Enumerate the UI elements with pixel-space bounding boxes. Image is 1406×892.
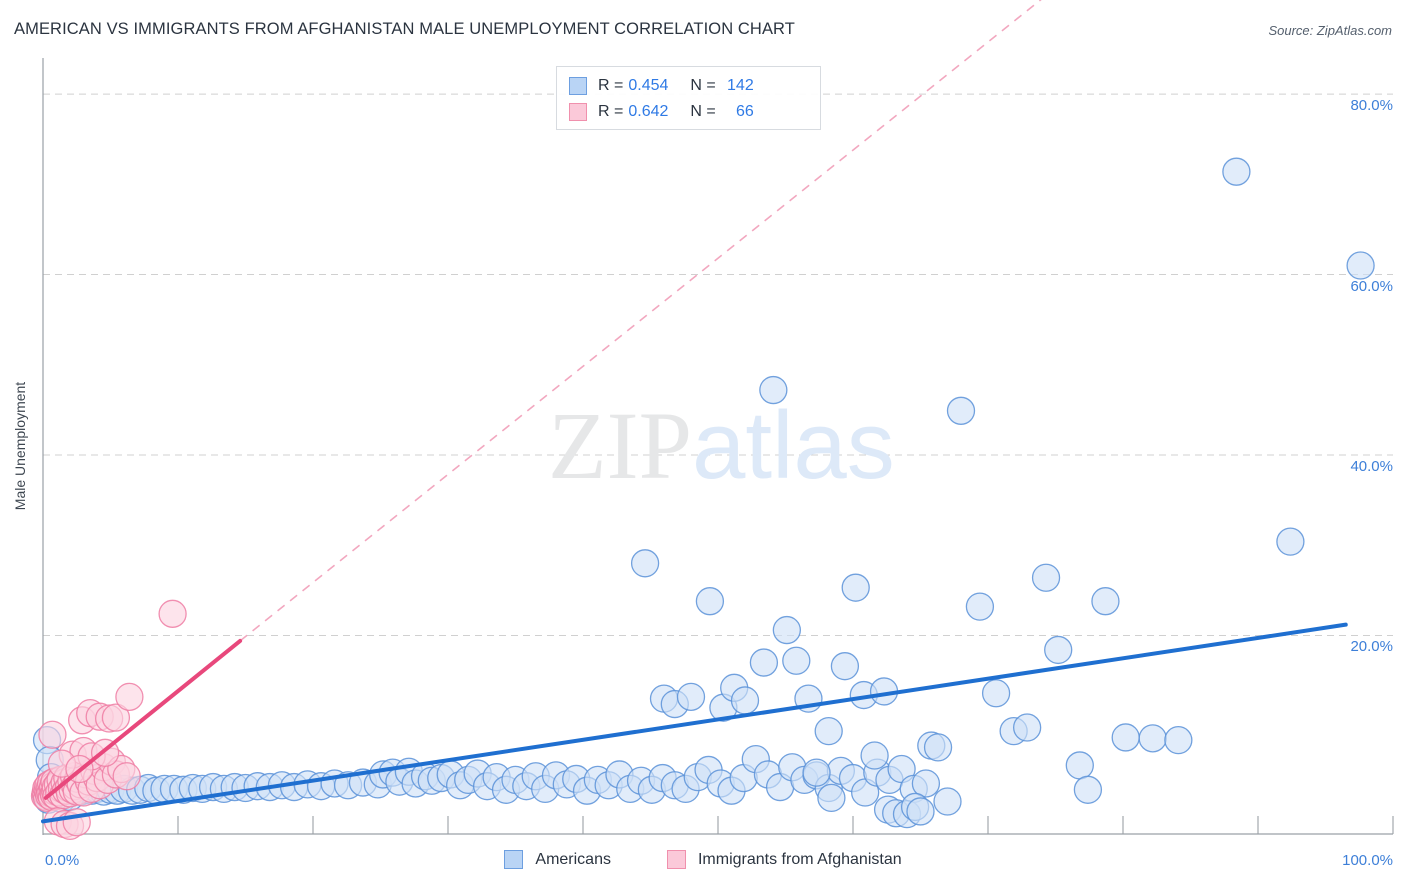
data-point[interactable] <box>817 783 846 813</box>
data-point[interactable] <box>62 808 91 837</box>
series-legend: Americans Immigrants from Afghanistan <box>0 850 1406 869</box>
data-point[interactable] <box>814 716 843 746</box>
legend-swatch-immigrants <box>666 850 686 869</box>
stats-n-value-blue: 142 <box>727 77 754 94</box>
data-point[interactable] <box>802 758 831 787</box>
scatter-series-americans <box>31 157 1375 829</box>
data-point[interactable] <box>1111 723 1140 752</box>
data-point[interactable] <box>1138 724 1167 753</box>
plot-area <box>30 0 1394 841</box>
stats-swatch-pink <box>569 103 587 121</box>
legend-item-immigrants[interactable]: Immigrants from Afghanistan <box>666 850 902 869</box>
data-point[interactable] <box>1091 587 1120 616</box>
y-axis-tick-label: 20.0% <box>1350 638 1393 656</box>
stats-r-value-pink: 0.642 <box>628 103 669 120</box>
data-point[interactable] <box>906 797 935 826</box>
source-label: Source: ZipAtlas.com <box>1268 23 1392 38</box>
y-axis-tick-label: 40.0% <box>1350 458 1393 476</box>
data-point[interactable] <box>1073 775 1103 804</box>
data-point[interactable] <box>676 682 706 711</box>
y-axis-title: Male Unemployment <box>10 0 30 892</box>
data-point[interactable] <box>749 648 779 677</box>
legend-swatch-americans <box>504 850 524 869</box>
data-point[interactable] <box>695 587 725 616</box>
data-point[interactable] <box>1044 635 1073 665</box>
legend-item-americans[interactable]: Americans <box>504 850 611 869</box>
data-point[interactable] <box>782 646 811 675</box>
data-point[interactable] <box>1276 527 1305 556</box>
data-point[interactable] <box>772 615 801 645</box>
y-axis-tick-label: 60.0% <box>1350 277 1393 295</box>
data-point[interactable] <box>1065 751 1094 780</box>
data-point[interactable] <box>115 682 144 711</box>
stats-row-americans: R = 0.454 N = 142 <box>569 73 810 99</box>
data-point[interactable] <box>933 787 962 816</box>
data-point[interactable] <box>158 599 187 628</box>
legend-label-americans: Americans <box>535 850 611 868</box>
stats-r-label-pink: R = <box>598 103 624 120</box>
scatter-plot-svg <box>30 0 1394 841</box>
x-axis-tick-label-min: 0.0% <box>45 852 80 869</box>
stats-r-value-blue: 0.454 <box>628 77 669 94</box>
data-point[interactable] <box>1346 251 1375 280</box>
stats-n-value-pink: 66 <box>735 103 754 120</box>
data-point[interactable] <box>759 375 788 405</box>
legend-label-immigrants: Immigrants from Afghanistan <box>697 850 902 868</box>
data-point[interactable] <box>841 573 870 602</box>
data-point[interactable] <box>860 741 889 770</box>
data-point[interactable] <box>730 686 760 715</box>
data-point[interactable] <box>1031 563 1061 592</box>
data-point[interactable] <box>965 592 995 621</box>
data-point[interactable] <box>981 679 1011 708</box>
data-point[interactable] <box>946 396 976 425</box>
chart-title: AMERICAN VS IMMIGRANTS FROM AFGHANISTAN … <box>14 20 795 38</box>
y-axis-title-text: Male Unemployment <box>12 381 29 511</box>
data-point[interactable] <box>112 762 141 791</box>
data-point[interactable] <box>1222 157 1251 186</box>
data-point[interactable] <box>830 652 860 681</box>
data-point[interactable] <box>630 549 660 578</box>
correlation-chart: AMERICAN VS IMMIGRANTS FROM AFGHANISTAN … <box>0 0 1406 892</box>
stats-r-label-blue: R = <box>598 77 624 94</box>
data-point[interactable] <box>1164 726 1193 755</box>
data-point[interactable] <box>1013 713 1042 742</box>
stats-n-label-blue: N = <box>690 77 716 94</box>
stats-swatch-blue <box>569 77 587 95</box>
stats-n-label-pink: N = <box>690 103 716 120</box>
y-axis-tick-label: 80.0% <box>1350 97 1393 115</box>
data-point[interactable] <box>923 733 953 762</box>
x-axis-tick-label-max: 100.0% <box>1342 852 1393 869</box>
stats-legend-box: R = 0.454 N = 142 R = 0.642 N = 66 <box>556 66 821 130</box>
data-point[interactable] <box>38 720 67 749</box>
stats-row-immigrants: R = 0.642 N = 66 <box>569 99 810 125</box>
